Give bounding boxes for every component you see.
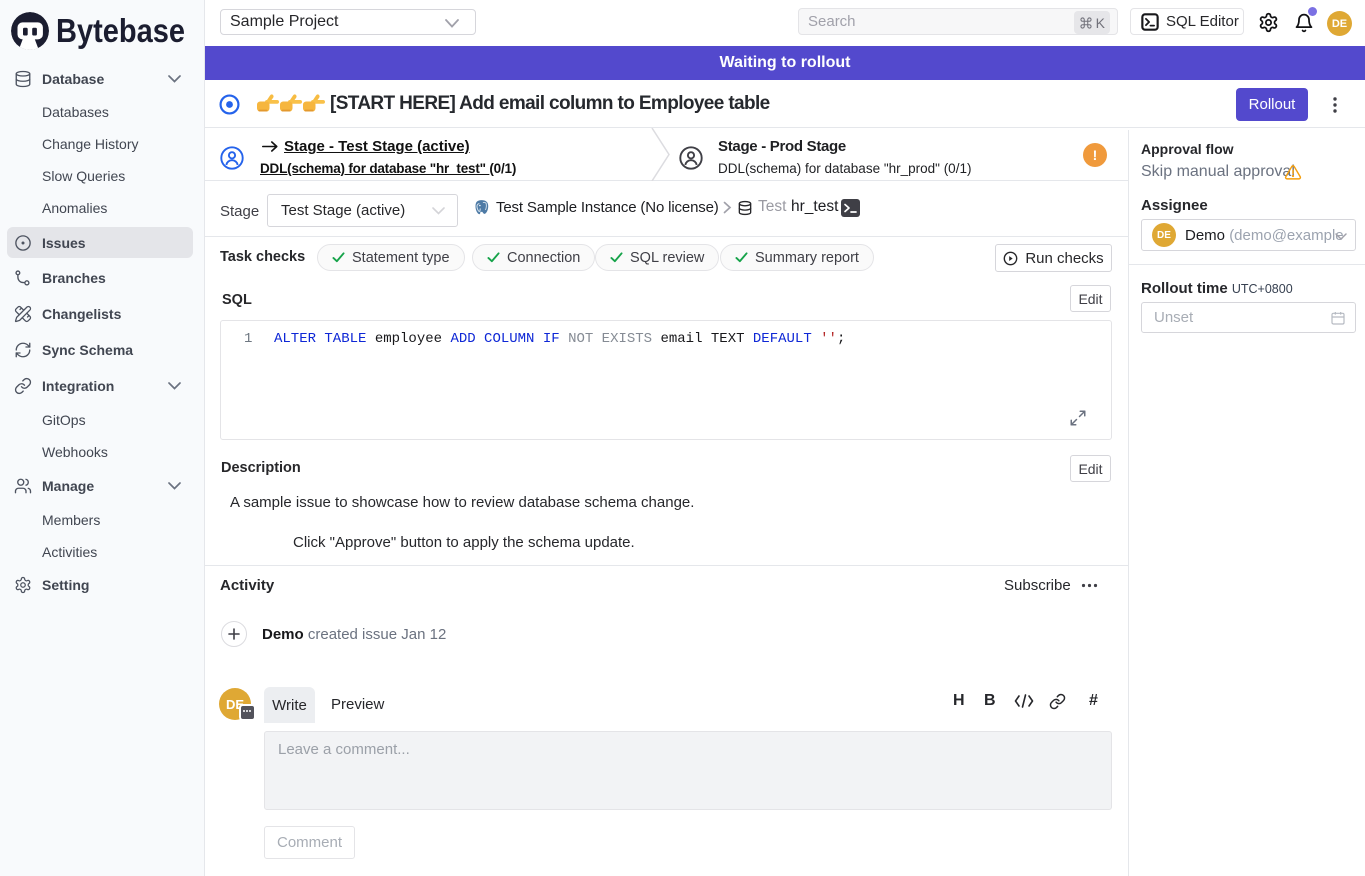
svg-text:Bytebase: Bytebase: [56, 12, 185, 49]
